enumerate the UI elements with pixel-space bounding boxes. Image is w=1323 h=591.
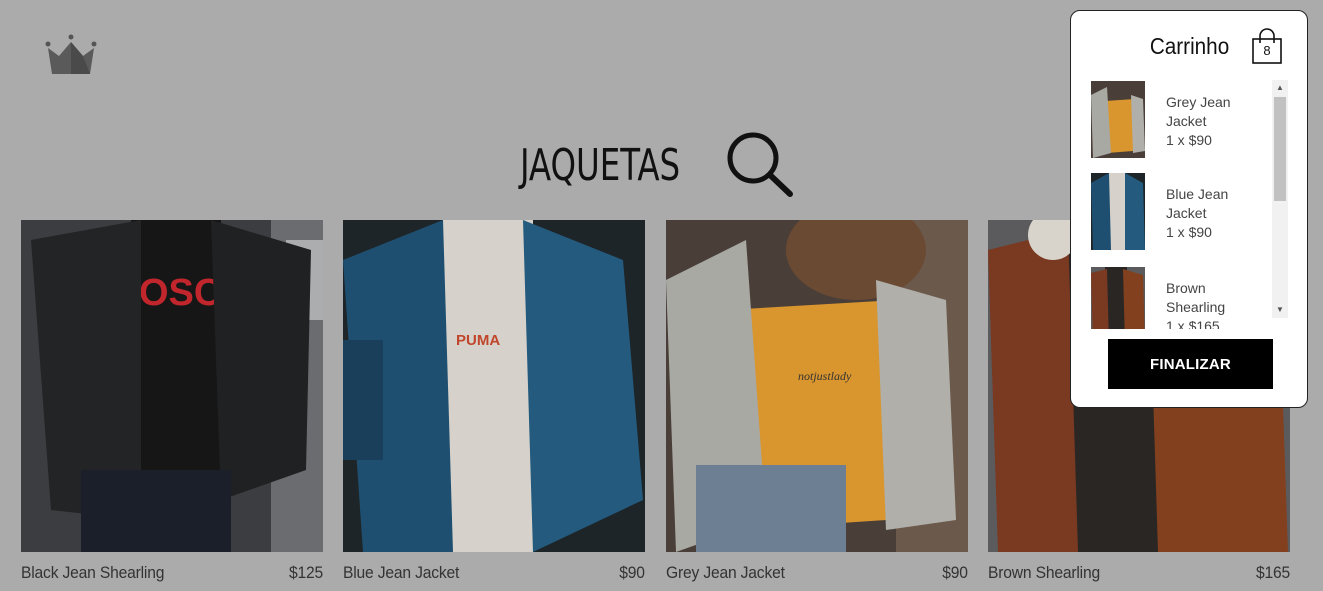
cart-item[interactable]: Grey Jean Jacket 1 x $90 <box>1091 81 1271 161</box>
page-header: JAQUETAS <box>520 128 797 202</box>
cart-item[interactable]: Brown Shearling 1 x $165 <box>1091 267 1271 329</box>
search-icon[interactable] <box>723 128 797 202</box>
cart-item[interactable]: Blue Jean Jacket 1 x $90 <box>1091 173 1271 253</box>
cart-count: 8 <box>1263 43 1271 58</box>
cart-item-thumbnail <box>1091 81 1145 158</box>
cart-scrollbar[interactable]: ▲ ▼ <box>1272 80 1288 318</box>
product-image-black-jean-shearling[interactable]: OSCH <box>21 220 323 552</box>
product-price: $90 <box>942 563 968 582</box>
product-price: $125 <box>288 563 323 582</box>
product-image-grey-jean-jacket[interactable]: notjustlady <box>666 200 968 552</box>
product-card[interactable]: OSCH Black Jean Shearling $125 <box>21 220 323 583</box>
cart-item-thumbnail <box>1091 173 1145 250</box>
cart-item-name: Brown Shearling <box>1166 280 1226 315</box>
product-card[interactable]: notjustlady Grey Jean Jacket $90 <box>666 200 968 583</box>
cart-item-name: Blue Jean Jacket <box>1166 186 1229 221</box>
product-name: Brown Shearling <box>988 563 1101 582</box>
cart-header: Carrinho 8 <box>1141 27 1283 65</box>
cart-item-name: Grey Jean Jacket <box>1166 94 1231 129</box>
finalize-button[interactable]: FINALIZAR <box>1108 339 1273 389</box>
scroll-down-arrow-icon[interactable]: ▼ <box>1272 302 1288 318</box>
product-price: $165 <box>1255 563 1290 582</box>
cart-item-qty-price: 1 x $165 <box>1166 318 1220 329</box>
product-name: Black Jean Shearling <box>21 563 165 582</box>
cart-item-qty-price: 1 x $90 <box>1166 132 1212 148</box>
product-card[interactable]: PUMA Blue Jean Jacket $90 <box>343 220 645 583</box>
cart-item-list[interactable]: Grey Jean Jacket 1 x $90 Blue Jean Jacke… <box>1091 81 1289 329</box>
scroll-thumb[interactable] <box>1274 97 1286 201</box>
product-name: Blue Jean Jacket <box>343 563 460 582</box>
scroll-up-arrow-icon[interactable]: ▲ <box>1272 80 1288 96</box>
cart-title: Carrinho <box>1149 32 1229 59</box>
cart-item-thumbnail <box>1091 267 1145 329</box>
svg-text:PUMA: PUMA <box>456 332 500 349</box>
product-image-blue-jean-jacket[interactable]: PUMA <box>343 220 645 552</box>
page-title: JAQUETAS <box>520 139 681 191</box>
product-name: Grey Jean Jacket <box>666 563 785 582</box>
shopping-bag-icon[interactable]: 8 <box>1251 27 1283 65</box>
crown-icon[interactable] <box>44 34 98 76</box>
product-price: $90 <box>619 563 645 582</box>
svg-text:notjustlady: notjustlady <box>798 369 852 383</box>
cart-item-qty-price: 1 x $90 <box>1166 224 1212 240</box>
